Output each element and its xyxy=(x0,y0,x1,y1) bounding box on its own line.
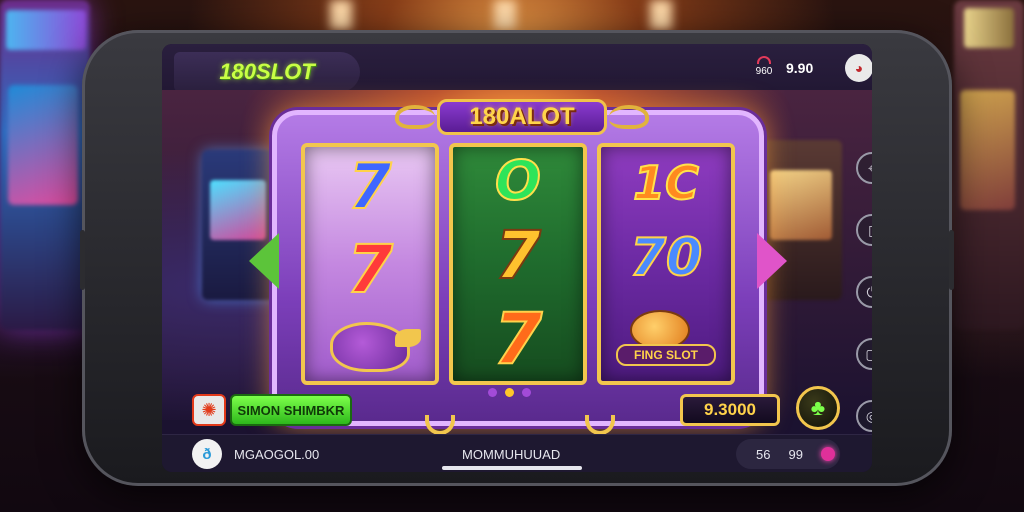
game-area: 180ALOT 7 7 O 7 7 1C 70 FING SLOT ⌖ ⏻ ▢ xyxy=(162,90,872,435)
face-icon: ◕ xyxy=(854,60,864,76)
spin-button[interactable]: ♣ xyxy=(796,386,840,430)
page-dot[interactable] xyxy=(522,388,531,397)
page-dot-active[interactable] xyxy=(505,388,514,397)
stat-value: 56 xyxy=(756,446,771,462)
info-icon[interactable]: ▢ xyxy=(856,338,872,370)
globe-icon[interactable]: ◎ xyxy=(856,400,872,432)
win-amount: 9.3000 xyxy=(680,394,780,426)
clover-icon: ♣ xyxy=(810,395,826,420)
fish-symbol: FING SLOT xyxy=(616,310,716,368)
power-icon[interactable]: ⏻ xyxy=(856,276,872,308)
stats-pill: 56 99 xyxy=(736,439,840,469)
wifi-icon xyxy=(757,56,771,64)
center-label: MOMMUHUUAD xyxy=(462,447,561,462)
record-dot-icon[interactable] xyxy=(820,447,835,461)
reel-symbol: 1C xyxy=(632,156,700,210)
map-icon[interactable]: ⌖ xyxy=(856,152,872,184)
page-dot[interactable] xyxy=(488,388,497,397)
ceiling-light xyxy=(650,0,672,30)
ceiling-light xyxy=(494,0,516,30)
next-arrow-button[interactable] xyxy=(757,233,787,289)
reel-symbol: 7 xyxy=(347,150,392,224)
phone-screen: 180SLOT 960 9.90 ◕ 180ALOT 7 7 O 7 7 1C … xyxy=(162,44,872,472)
background-arcade-cabinet xyxy=(0,0,90,330)
bird-symbol-icon xyxy=(330,321,421,372)
user-avatar[interactable]: ð xyxy=(192,439,222,469)
top-bar: 180SLOT 960 9.90 ◕ xyxy=(162,44,872,92)
page-dots xyxy=(488,388,531,397)
home-indicator[interactable] xyxy=(442,466,582,470)
side-toolbar: ⌖ ▯ ⏻ ▢ ◎ xyxy=(856,152,872,432)
reel: O 7 7 xyxy=(449,143,587,385)
phone-side-button xyxy=(80,230,85,290)
reel-symbol: 7 xyxy=(494,216,542,294)
ornament-pin xyxy=(425,415,455,435)
card-icon[interactable]: ▯ xyxy=(856,214,872,246)
ornament-scroll xyxy=(395,105,435,129)
reel: 1C 70 FING SLOT xyxy=(597,143,735,385)
balance-display: 9.90 xyxy=(786,60,814,76)
sun-icon[interactable]: ✺ xyxy=(192,394,226,426)
profile-button[interactable]: ◕ xyxy=(845,54,872,82)
reels: 7 7 O 7 7 1C 70 FING SLOT xyxy=(301,143,735,385)
bottom-bar: ð MGAOGOL.00 MOMMUHUUAD 56 99 xyxy=(162,434,872,472)
phone-side-button xyxy=(949,230,954,290)
reel-symbol: 7 xyxy=(346,230,394,308)
leaf-icon: ð xyxy=(202,445,212,463)
app-logo: 180SLOT xyxy=(174,52,360,92)
ornament-pin xyxy=(585,415,615,435)
ornament-scroll xyxy=(609,105,649,129)
reel-symbol: 70 xyxy=(629,228,703,288)
slot-machine: 180ALOT 7 7 O 7 7 1C 70 FING SLOT xyxy=(249,99,787,435)
signal-indicator: 960 xyxy=(750,56,778,84)
reel-symbol: 7 xyxy=(493,297,544,380)
prev-arrow-button[interactable] xyxy=(249,233,279,289)
smartphone: 180SLOT 960 9.90 ◕ 180ALOT 7 7 O 7 7 1C … xyxy=(80,30,954,486)
fish-label: FING SLOT xyxy=(616,344,716,366)
machine-title: 180ALOT xyxy=(437,99,607,135)
ceiling-light xyxy=(330,0,352,30)
username: MGAOGOL.00 xyxy=(234,447,320,462)
action-button[interactable]: SIMON SHIMBKR xyxy=(230,394,352,426)
reel-symbol: O xyxy=(494,149,542,213)
stat-value: 99 xyxy=(788,446,803,462)
background-arcade-cabinet xyxy=(954,0,1024,330)
signal-label: 960 xyxy=(755,66,773,77)
reel: 7 7 xyxy=(301,143,439,385)
